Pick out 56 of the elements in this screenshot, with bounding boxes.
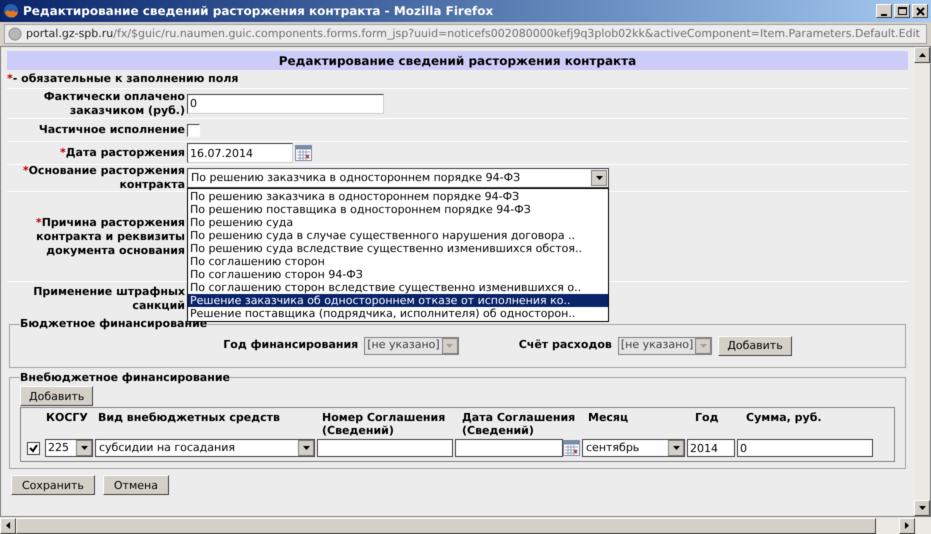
url-field[interactable]: portal.gz-spb.ru/fx/$guic/ru.naumen.guic.components.forms.form_jsp?uuid=noticefs002080000kefj9q3plob02kk&activeComponent=Item.Parameters.Default.Edit	[4, 24, 927, 44]
column-header: КОСГУ	[46, 411, 89, 426]
field-label: *Причина расторжения контракта и реквизиты документа основания	[34, 216, 185, 258]
dropdown-option[interactable]: По решению заказчика в одностороннем порядке 94-ФЗ	[188, 190, 608, 203]
scroll-right-icon[interactable]	[905, 522, 909, 529]
dropdown-option[interactable]: По решению суда вследствие существенно изменившихся обстоя..	[188, 242, 608, 255]
field-label: Частичное исполнение	[38, 123, 185, 137]
minimize-icon[interactable]	[876, 4, 892, 18]
vertical-scrollbar[interactable]	[914, 47, 930, 516]
field-label: *Дата расторжения	[60, 146, 185, 160]
cancel-button[interactable]: Отмена	[102, 475, 169, 495]
scroll-down-icon[interactable]	[918, 506, 926, 510]
maximize-icon[interactable]	[894, 4, 910, 18]
calendar-icon[interactable]	[295, 145, 312, 161]
column-header: Сумма, руб.	[746, 411, 823, 426]
field-label: Применение штрафных санкций	[32, 285, 185, 313]
field-label: *Основание расторжения контракта	[22, 164, 185, 192]
month-select[interactable]: сентябрь	[582, 439, 685, 457]
save-button[interactable]: Сохранить	[11, 475, 95, 495]
field-label: Год финансирования	[223, 337, 358, 354]
dropdown-option[interactable]: По решению суда в случае существенного нарушения договора ..	[188, 229, 608, 242]
dropdown-option[interactable]: По соглашению сторон	[188, 255, 608, 268]
checkbox[interactable]	[187, 124, 200, 136]
form-header: Редактирование сведений расторжения контракта	[7, 51, 908, 70]
date-field[interactable]: 16.07.2014	[187, 143, 293, 163]
dropdown-option[interactable]: По решению суда	[188, 216, 608, 229]
reason-select[interactable]: По решению заказчика в одностороннем порядке 94-ФЗ	[187, 168, 609, 188]
dropdown-option[interactable]: Решение заказчика об одностороннем отказе от исполнения ко..	[188, 294, 608, 307]
calendar-icon[interactable]	[563, 440, 580, 456]
window-title: Редактирование сведений расторжения контракта - Mozilla Firefox	[23, 3, 494, 20]
column-header: Вид внебюджетных средств	[98, 411, 281, 426]
column-header: Год	[695, 411, 720, 426]
agreement-number-field[interactable]	[317, 439, 453, 457]
required-note: *- обязательные к заполнению поля	[7, 70, 240, 87]
scroll-left-icon[interactable]	[6, 522, 10, 529]
amount-field[interactable]: 0	[737, 439, 873, 457]
horizontal-scrollbar[interactable]	[0, 517, 931, 534]
dropdown-option[interactable]: По соглашению сторон вследствие существенно изменившихся о..	[188, 281, 608, 294]
field-label: Фактически оплачено заказчиком (руб.)	[42, 90, 185, 118]
section-legend: Внебюджетное финансирование	[20, 370, 230, 386]
kosgu-select[interactable]: 225	[45, 439, 93, 457]
row-checkbox[interactable]	[27, 442, 40, 454]
browser-logo-icon	[3, 3, 19, 19]
dropdown-option[interactable]: По решению поставщика в одностороннем порядке 94-ФЗ	[188, 203, 608, 216]
year-field[interactable]: 2014	[687, 439, 735, 457]
column-header: Номер Соглашения (Сведений)	[322, 411, 446, 437]
column-header: Дата Соглашения (Сведений)	[462, 411, 576, 437]
dropdown-option[interactable]: По соглашению сторон 94-ФЗ	[188, 268, 608, 281]
close-icon[interactable]	[912, 4, 928, 18]
field-label: Счёт расходов	[518, 337, 612, 354]
agreement-date-field[interactable]	[455, 439, 563, 457]
scroll-up-icon[interactable]	[918, 53, 926, 57]
column-header: Месяц	[588, 411, 630, 426]
funds-type-select[interactable]: субсидии на госадания	[95, 439, 315, 457]
add-button[interactable]: Добавить	[20, 386, 94, 406]
amount-field[interactable]: 0	[187, 94, 384, 114]
